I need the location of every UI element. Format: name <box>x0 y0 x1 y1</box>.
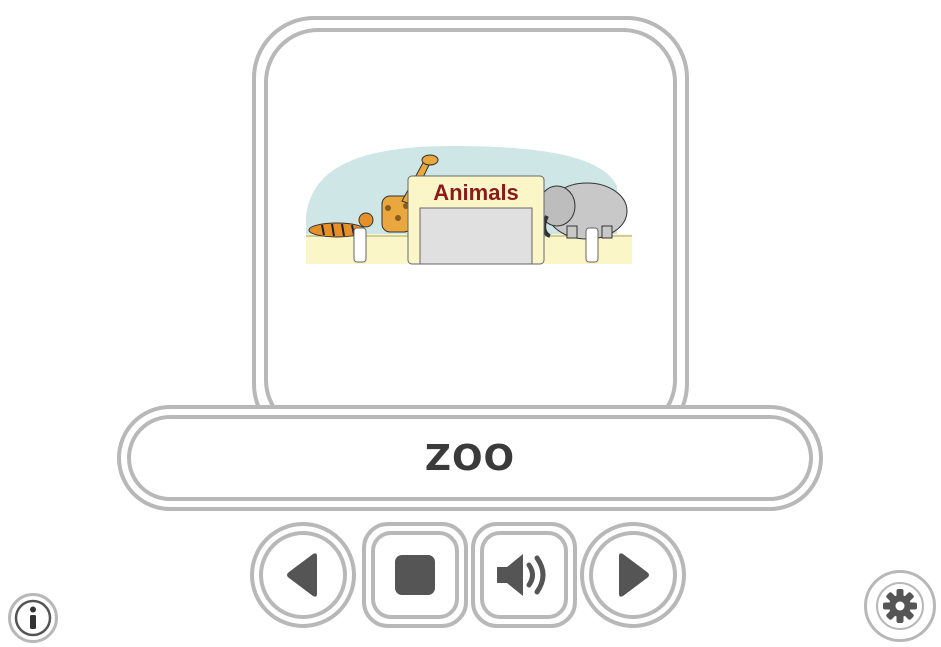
play-sound-button[interactable] <box>471 522 577 628</box>
previous-button[interactable] <box>250 522 356 628</box>
stop-square-icon <box>395 555 435 595</box>
zoo-illustration: Animals <box>306 146 632 265</box>
left-post <box>353 227 367 263</box>
stop-button[interactable] <box>362 522 468 628</box>
next-button[interactable] <box>580 522 686 628</box>
word-bar-frame: ZOO <box>127 415 813 501</box>
info-button[interactable] <box>8 593 58 643</box>
word-label: ZOO <box>424 437 516 479</box>
info-icon <box>14 599 52 637</box>
settings-button[interactable] <box>864 570 936 642</box>
gear-icon <box>876 582 924 630</box>
gate-sign-text: Animals <box>433 180 519 205</box>
previous-triangle-icon <box>287 553 317 597</box>
right-post <box>585 227 599 263</box>
speaker-icon <box>497 554 546 596</box>
word-bar: ZOO <box>117 405 823 511</box>
next-triangle-icon <box>619 553 649 597</box>
